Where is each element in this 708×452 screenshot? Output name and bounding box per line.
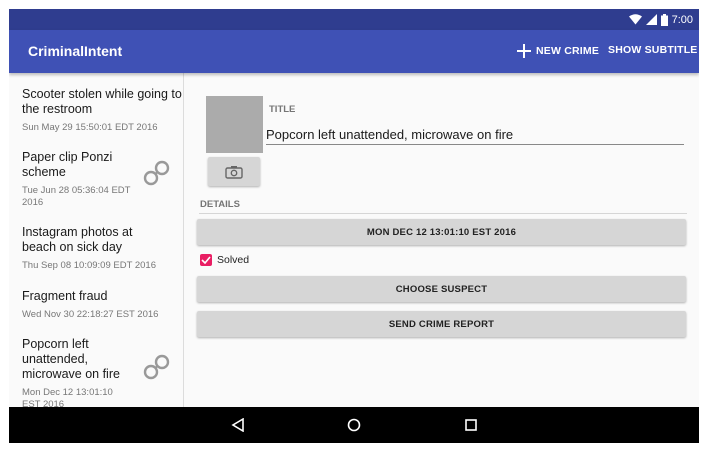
crime-title: Paper clip Ponzi scheme <box>22 150 113 179</box>
crime-list-item[interactable]: Scooter stolen while going to the restro… <box>22 87 182 134</box>
recents-button[interactable] <box>461 415 481 435</box>
status-time: 7:00 <box>671 13 693 26</box>
solved-label: Solved <box>217 254 250 266</box>
section-divider <box>199 213 687 214</box>
crime-title: Popcorn left unattended, microwave on fi… <box>22 337 120 381</box>
crime-list-item[interactable]: Instagram photos at beach on sick day Th… <box>22 225 182 272</box>
wifi-icon <box>628 14 642 25</box>
solved-checkbox[interactable] <box>200 254 212 266</box>
crime-list[interactable]: Scooter stolen while going to the restro… <box>9 73 184 407</box>
details-label: DETAILS <box>200 199 240 210</box>
battery-icon <box>660 13 668 26</box>
back-icon <box>231 418 244 432</box>
handcuffs-icon <box>143 354 170 380</box>
app-title: CriminalIntent <box>28 43 123 59</box>
solved-checkbox-row[interactable]: Solved <box>200 253 249 267</box>
new-crime-button[interactable]: NEW CRIME <box>517 44 599 58</box>
crime-list-item[interactable]: Paper clip Ponzi scheme Tue Jun 28 05:36… <box>22 150 182 209</box>
navigation-bar <box>9 407 699 443</box>
crime-title: Instagram photos at beach on sick day <box>22 225 133 254</box>
device-screen: 7:00 CriminalIntent NEW CRIME SHOW SUBTI… <box>9 9 699 443</box>
crime-title: Fragment fraud <box>22 289 108 303</box>
recents-icon <box>465 419 477 431</box>
crime-photo <box>206 96 263 153</box>
handcuffs-icon <box>143 160 170 186</box>
home-icon <box>347 418 361 432</box>
add-icon <box>517 44 531 58</box>
home-button[interactable] <box>344 415 364 435</box>
crime-date: Tue Jun 28 05:36:04 EDT 2016 <box>22 185 131 208</box>
send-crime-report-button[interactable]: SEND CRIME REPORT <box>197 311 686 337</box>
crime-date: Sun May 29 15:50:01 EDT 2016 <box>22 122 158 133</box>
camera-button[interactable] <box>208 157 260 186</box>
choose-suspect-button[interactable]: CHOOSE SUSPECT <box>197 276 686 302</box>
back-button[interactable] <box>228 415 248 435</box>
title-label: TITLE <box>269 104 296 115</box>
show-subtitle-button[interactable]: SHOW SUBTITLE <box>608 44 698 56</box>
crime-date: Mon Dec 12 13:01:10 EST 2016 <box>22 387 113 407</box>
crime-date: Thu Sep 08 10:09:09 EDT 2016 <box>22 260 156 271</box>
content-area: Scooter stolen while going to the restro… <box>9 73 699 407</box>
date-button[interactable]: MON DEC 12 13:01:10 EST 2016 <box>197 219 686 245</box>
new-crime-label: NEW CRIME <box>536 45 600 57</box>
crime-list-item[interactable]: Popcorn left unattended, microwave on fi… <box>22 337 182 407</box>
crime-date: Wed Nov 30 22:18:27 EST 2016 <box>22 309 159 320</box>
signal-icon <box>645 14 657 25</box>
show-subtitle-label: SHOW SUBTITLE <box>608 44 698 56</box>
camera-icon <box>225 165 243 179</box>
app-bar: CriminalIntent NEW CRIME SHOW SUBTITLE <box>9 30 699 73</box>
crime-list-item[interactable]: Fragment fraud Wed Nov 30 22:18:27 EST 2… <box>22 289 182 321</box>
crime-detail-pane: TITLE Popcorn left unattended, microwave… <box>184 73 699 407</box>
crime-title-field[interactable]: Popcorn left unattended, microwave on fi… <box>266 125 684 145</box>
checkmark-icon <box>201 256 211 264</box>
crime-title: Scooter stolen while going to the restro… <box>22 87 182 116</box>
status-bar: 7:00 <box>9 9 699 30</box>
status-icons: 7:00 <box>628 12 693 27</box>
